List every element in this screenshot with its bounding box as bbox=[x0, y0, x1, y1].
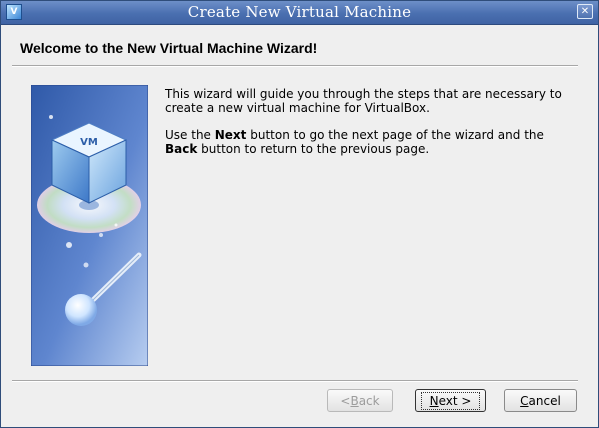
back-prefix: < bbox=[340, 393, 351, 408]
page-title: Welcome to the New Virtual Machine Wizar… bbox=[20, 40, 318, 56]
wizard-description: This wizard will guide you through the s… bbox=[165, 87, 565, 169]
back-label: ack bbox=[358, 393, 380, 408]
text-fragment: button to go the next page of the wizard… bbox=[246, 128, 544, 142]
next-focus-ring: Next > bbox=[420, 391, 481, 410]
text-fragment: button to return to the previous page. bbox=[197, 142, 430, 156]
cancel-button[interactable]: Cancel bbox=[504, 389, 577, 412]
title-bar[interactable]: V Create New Virtual Machine ✕ bbox=[1, 1, 598, 25]
back-keyword: Back bbox=[165, 142, 198, 156]
wizard-side-image: VM bbox=[31, 85, 148, 366]
divider bbox=[12, 65, 578, 67]
close-icon[interactable]: ✕ bbox=[577, 4, 593, 19]
description-paragraph-1: This wizard will guide you through the s… bbox=[165, 87, 562, 115]
description-paragraph-2: Use the Next button to go the next page … bbox=[165, 128, 565, 156]
next-button[interactable]: Next > bbox=[415, 389, 486, 412]
back-button[interactable]: < Back bbox=[327, 389, 393, 412]
back-mnemonic: B bbox=[350, 393, 359, 408]
cancel-mnemonic: C bbox=[520, 393, 529, 408]
cancel-label: ancel bbox=[528, 393, 561, 408]
text-fragment: Use the bbox=[165, 128, 215, 142]
svg-text:VM: VM bbox=[80, 137, 98, 148]
next-keyword: Next bbox=[214, 128, 247, 142]
wizard-window: V Create New Virtual Machine ✕ Welcome t… bbox=[0, 0, 599, 428]
next-mnemonic: N bbox=[429, 393, 439, 408]
window-title: Create New Virtual Machine bbox=[187, 3, 412, 21]
next-label: ext > bbox=[438, 393, 472, 408]
divider bbox=[12, 380, 578, 382]
